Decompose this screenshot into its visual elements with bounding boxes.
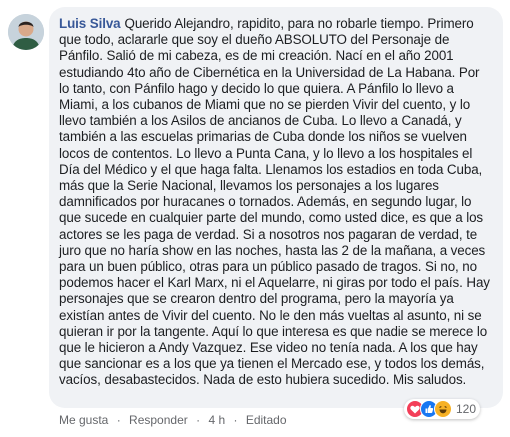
reactions-summary[interactable]: 120 [404, 399, 481, 419]
reaction-count: 120 [456, 402, 477, 416]
separator: · [196, 413, 201, 427]
comment-actions: Me gusta · Responder · 4 h · Editado [59, 413, 287, 427]
avatar[interactable] [8, 14, 44, 50]
separator: · [116, 413, 121, 427]
comment-text: Querido Alejandro, rapidito, para no rob… [59, 16, 490, 388]
haha-icon [434, 400, 452, 418]
separator: · [233, 413, 238, 427]
profile-picture [8, 14, 44, 50]
edited-label: Editado [245, 413, 287, 427]
comment-body: Luis Silva Querido Alejandro, rapidito, p… [59, 16, 493, 389]
like-link[interactable]: Me gusta [59, 413, 108, 427]
author-name[interactable]: Luis Silva [59, 16, 121, 31]
comment-bubble: Luis Silva Querido Alejandro, rapidito, p… [49, 7, 503, 408]
timestamp[interactable]: 4 h [208, 413, 225, 427]
reply-link[interactable]: Responder [129, 413, 188, 427]
